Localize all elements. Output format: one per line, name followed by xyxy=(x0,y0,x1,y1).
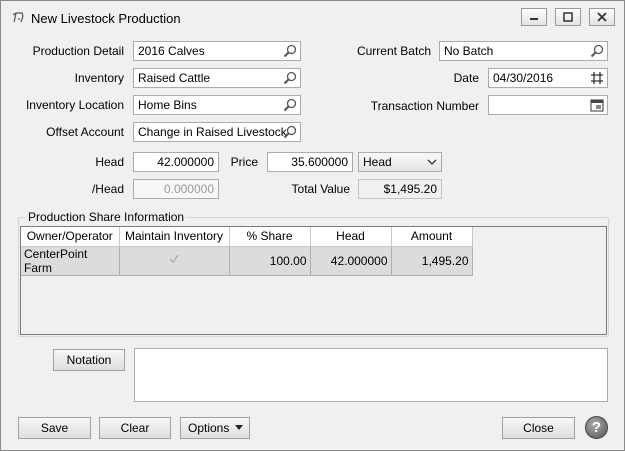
production-detail-label: Production Detail xyxy=(32,44,124,58)
inventory-label: Inventory xyxy=(74,71,124,85)
amount-cell[interactable]: 1,495.20 xyxy=(391,246,473,276)
magnifier-icon[interactable] xyxy=(283,98,297,112)
options-button[interactable]: Options xyxy=(180,417,250,439)
title-bar: New Livestock Production xyxy=(1,1,624,34)
inventory-location-value: Home Bins xyxy=(138,98,197,112)
inventory-location-field[interactable]: Home Bins xyxy=(133,95,301,115)
magnifier-icon[interactable] xyxy=(283,44,297,58)
total-value-field: $1,495.20 xyxy=(358,179,442,199)
offset-account-field[interactable]: Change in Raised Livestock xyxy=(133,122,301,142)
magnifier-icon[interactable] xyxy=(590,44,604,58)
head-field[interactable]: 42.000000 xyxy=(133,152,219,172)
current-batch-field[interactable]: No Batch xyxy=(439,41,608,61)
offset-account-label: Offset Account xyxy=(46,125,124,139)
current-batch-label: Current Batch xyxy=(356,44,431,58)
calendar-grid-icon[interactable] xyxy=(590,71,604,85)
column-header-amount[interactable]: Amount xyxy=(391,227,473,247)
notation-textarea[interactable] xyxy=(134,348,608,402)
maintain-inventory-cell[interactable] xyxy=(119,246,230,276)
price-unit-select[interactable]: Head xyxy=(358,152,442,172)
grid-header-row: Owner/Operator Maintain Inventory % Shar… xyxy=(21,227,473,247)
date-label: Date xyxy=(453,71,479,85)
clear-button[interactable]: Clear xyxy=(99,417,171,439)
production-detail-value: 2016 Calves xyxy=(138,44,205,58)
column-header-share[interactable]: % Share xyxy=(229,227,311,247)
current-batch-value: No Batch xyxy=(444,44,494,58)
date-field[interactable]: 04/30/2016 xyxy=(488,68,608,88)
production-share-grid[interactable]: Owner/Operator Maintain Inventory % Shar… xyxy=(20,226,607,335)
magnifier-icon[interactable] xyxy=(283,71,297,85)
livestock-icon xyxy=(12,12,24,23)
close-icon xyxy=(597,12,607,22)
close-window-button[interactable] xyxy=(589,8,615,26)
minimize-button[interactable] xyxy=(521,8,547,26)
chevron-down-icon xyxy=(427,159,437,165)
livestock-production-window: New Livestock Production Production Deta… xyxy=(0,0,625,451)
inventory-field[interactable]: Raised Cattle xyxy=(133,68,301,88)
column-header-maintain-inventory[interactable]: Maintain Inventory xyxy=(119,227,230,247)
caret-down-icon xyxy=(235,425,243,430)
maximize-button[interactable] xyxy=(555,8,581,26)
transaction-number-label: Transaction Number xyxy=(370,99,479,113)
inventory-value: Raised Cattle xyxy=(138,71,211,85)
column-header-head[interactable]: Head xyxy=(310,227,392,247)
date-value: 04/30/2016 xyxy=(493,71,554,85)
window-title: New Livestock Production xyxy=(31,11,181,26)
checkmark-icon[interactable] xyxy=(168,253,180,265)
total-value-label: Total Value xyxy=(291,182,350,196)
production-share-title: Production Share Information xyxy=(25,210,188,224)
inventory-location-label: Inventory Location xyxy=(25,98,124,112)
column-header-owner[interactable]: Owner/Operator xyxy=(21,227,120,247)
share-cell[interactable]: 100.00 xyxy=(229,246,311,276)
production-detail-field[interactable]: 2016 Calves xyxy=(133,41,301,61)
save-button[interactable]: Save xyxy=(18,417,91,439)
head-cell[interactable]: 42.000000 xyxy=(310,246,392,276)
per-head-field: 0.000000 xyxy=(133,179,219,199)
price-label: Price xyxy=(230,155,258,169)
table-row[interactable]: CenterPoint Farm 100.00 42.000000 1,495.… xyxy=(21,246,473,276)
notation-button[interactable]: Notation xyxy=(53,349,125,371)
offset-account-value: Change in Raised Livestock xyxy=(138,125,287,139)
close-button[interactable]: Close xyxy=(502,417,575,439)
price-field[interactable]: 35.600000 xyxy=(267,152,353,172)
owner-cell[interactable]: CenterPoint Farm xyxy=(21,246,120,276)
calendar-icon[interactable] xyxy=(590,98,604,112)
head-label: Head xyxy=(95,155,124,169)
minimize-icon xyxy=(530,18,538,20)
help-icon[interactable]: ? xyxy=(585,416,608,439)
transaction-number-field[interactable] xyxy=(488,95,608,115)
options-label: Options xyxy=(188,421,230,435)
price-unit-value: Head xyxy=(363,155,392,169)
maximize-icon xyxy=(563,12,573,22)
magnifier-icon[interactable] xyxy=(283,125,297,139)
per-head-label: /Head xyxy=(91,182,124,196)
